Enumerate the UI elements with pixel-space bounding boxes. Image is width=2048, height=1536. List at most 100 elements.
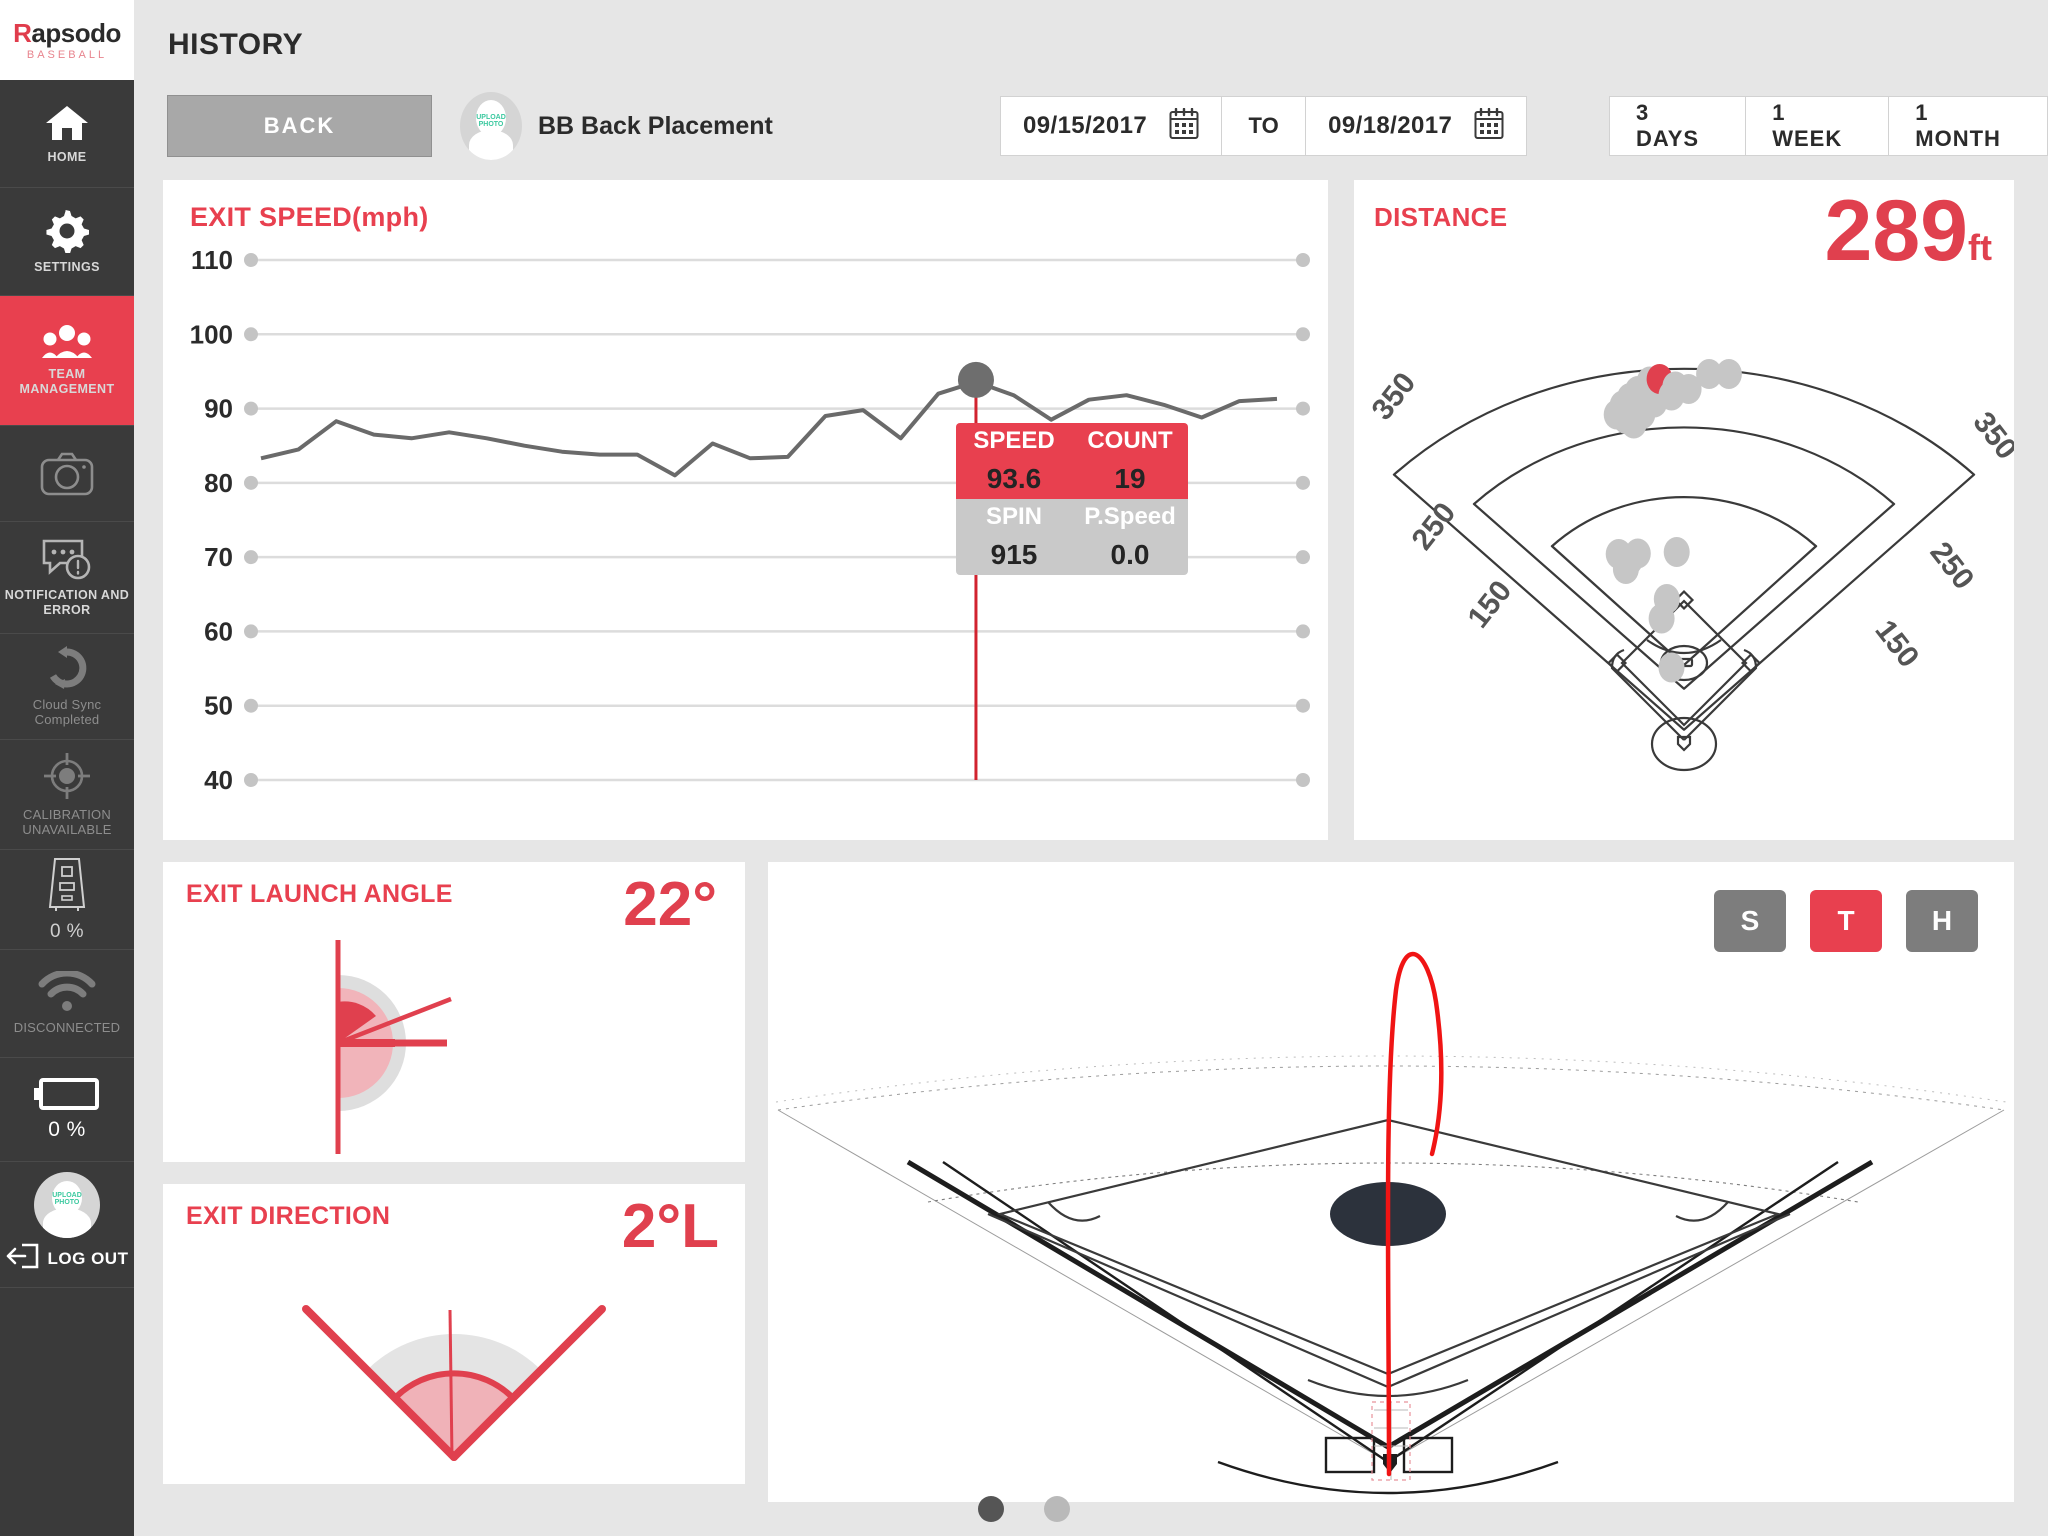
people-icon <box>41 324 93 360</box>
date-to-value: 09/18/2017 <box>1328 112 1453 139</box>
svg-text:110: 110 <box>191 245 233 275</box>
spray-point <box>1715 359 1742 389</box>
svg-text:100: 100 <box>190 319 233 349</box>
player-avatar[interactable]: UPLOAD PHOTO <box>460 92 522 160</box>
svg-text:80: 80 <box>204 468 233 498</box>
exit-speed-tooltip: SPEED COUNT 93.6 19 SPIN P.Speed 915 0.0 <box>956 423 1188 575</box>
sidebar-item-device-charge[interactable]: 0 % <box>0 850 134 950</box>
sidebar-item-home[interactable]: HOME <box>0 80 134 188</box>
date-from-value: 09/15/2017 <box>1023 112 1148 139</box>
spray-point <box>1658 652 1685 683</box>
logout-button[interactable]: LOG OUT <box>6 1242 129 1275</box>
trajectory-3d-view[interactable] <box>768 862 2014 1502</box>
distance-card: DISTANCE 289ft 350 250 150 150 250 350 <box>1354 180 2014 840</box>
page-dot-2[interactable] <box>1044 1496 1070 1522</box>
tooltip-speed-value: 93.6 <box>986 463 1042 494</box>
distance-unit: ft <box>1968 227 1992 268</box>
sidebar-item-label: HOME <box>47 149 87 164</box>
brand-subtitle: BASEBALL <box>26 48 108 61</box>
svg-text:40: 40 <box>204 765 233 795</box>
exit-direction-card: EXIT DIRECTION 2°L <box>163 1184 745 1484</box>
page-title: HISTORY <box>168 28 304 61</box>
trajectory-button-t[interactable]: T <box>1810 890 1882 952</box>
app-root: Rapsodo BASEBALL HOME SETTINGS TEAM MANA… <box>0 0 2048 1536</box>
sidebar-item-team-management[interactable]: TEAM MANAGEMENT <box>0 296 134 426</box>
svg-text:50: 50 <box>204 691 233 721</box>
spray-point <box>1663 537 1690 567</box>
date-range-group: 09/15/2017 TO 09/18/2017 <box>1000 96 1528 156</box>
tooltip-speed-label: SPEED <box>973 427 1055 454</box>
sidebar-item-notification-error[interactable]: NOTIFICATION AND ERROR <box>0 522 134 634</box>
sidebar-item-cloud-sync[interactable]: Cloud Sync Completed <box>0 634 134 740</box>
range-label: 3 DAYS <box>1636 100 1700 151</box>
calendar-icon[interactable] <box>1169 107 1199 145</box>
distance-title: DISTANCE <box>1374 202 1508 232</box>
launch-angle-gauge <box>335 940 452 1154</box>
brand-initial: R <box>13 17 32 48</box>
player-avatar-upload-line1: UPLOAD <box>476 114 506 121</box>
range-3-days[interactable]: 3 DAYS <box>1610 97 1747 155</box>
sidebar-item-label: 0 % <box>50 920 84 942</box>
range-1-month[interactable]: 1 MONTH <box>1889 97 2047 155</box>
calendar-icon[interactable] <box>1474 107 1504 145</box>
trajectory-button-label: S <box>1740 905 1760 936</box>
brand-logo: Rapsodo BASEBALL <box>0 0 134 80</box>
player-name: BB Back Placement <box>538 111 773 140</box>
avatar[interactable]: UPLOAD PHOTO <box>34 1172 100 1238</box>
distance-ring-label: 350 <box>1966 406 2014 466</box>
tooltip-pspeed-value: 0.0 <box>1110 539 1150 570</box>
tooltip-spin-label: SPIN <box>985 503 1042 530</box>
trajectory-button-s[interactable]: S <box>1714 890 1786 952</box>
launch-angle-value: 22° <box>623 870 717 939</box>
quick-range-group: 3 DAYS 1 WEEK 1 MONTH <box>1609 96 2048 156</box>
sidebar-item-label: TEAM MANAGEMENT <box>19 367 115 396</box>
sidebar: Rapsodo BASEBALL HOME SETTINGS TEAM MANA… <box>0 0 134 1536</box>
sidebar-item-settings[interactable]: SETTINGS <box>0 188 134 296</box>
page-indicator <box>0 1496 2048 1522</box>
date-to-field[interactable]: 09/18/2017 <box>1306 97 1527 155</box>
exit-direction-value: 2°L <box>621 1192 719 1261</box>
player-chip[interactable]: UPLOAD PHOTO BB Back Placement <box>460 92 773 160</box>
date-to-separator: TO <box>1222 97 1307 155</box>
exit-direction-title: EXIT DIRECTION <box>186 1202 391 1230</box>
page-dot-1[interactable] <box>978 1496 1004 1522</box>
logout-icon <box>6 1242 40 1275</box>
svg-text:90: 90 <box>204 394 233 424</box>
svg-text:60: 60 <box>204 616 233 646</box>
trajectory-button-label: T <box>1837 905 1855 936</box>
logout-label: LOG OUT <box>47 1248 129 1268</box>
range-1-week[interactable]: 1 WEEK <box>1746 97 1890 155</box>
brand-name: Rapsodo <box>13 20 121 46</box>
gear-icon <box>45 209 90 254</box>
tooltip-count-label: COUNT <box>1087 427 1173 454</box>
avatar-upload-line1: UPLOAD <box>52 1192 82 1199</box>
avatar-upload-line2: PHOTO <box>54 1199 80 1207</box>
spray-chart[interactable]: 350 250 150 150 250 350 <box>1354 300 2014 800</box>
sidebar-item-wifi[interactable]: DISCONNECTED <box>0 950 134 1058</box>
tooltip-count-value: 19 <box>1114 463 1146 494</box>
trajectory-card: S T H <box>768 862 2014 1502</box>
distance-ring-label: 250 <box>1406 497 1463 557</box>
brand-rest: apsodo <box>31 17 121 48</box>
tooltip-pspeed-label: P.Speed <box>1084 503 1176 530</box>
launch-angle-card: EXIT LAUNCH ANGLE 22° <box>163 862 745 1162</box>
distance-value: 289ft <box>1825 188 1992 274</box>
range-label: 1 WEEK <box>1772 100 1843 151</box>
back-button[interactable]: BACK <box>167 95 432 157</box>
svg-text:70: 70 <box>204 542 233 572</box>
sidebar-item-label: 0 % <box>48 1117 86 1141</box>
sidebar-item-label: Cloud Sync Completed <box>32 696 102 727</box>
sidebar-logout-zone[interactable]: UPLOAD PHOTO LOG OUT <box>0 1162 134 1288</box>
trajectory-button-h[interactable]: H <box>1906 890 1978 952</box>
date-from-field[interactable]: 09/15/2017 <box>1001 97 1223 155</box>
sidebar-item-battery[interactable]: 0 % <box>0 1058 134 1162</box>
sidebar-item-camera[interactable] <box>0 426 134 522</box>
sidebar-item-calibration[interactable]: CALIBRATION UNAVAILABLE <box>0 740 134 850</box>
sidebar-item-label: CALIBRATION UNAVAILABLE <box>22 806 112 837</box>
battery-icon <box>34 1077 100 1111</box>
player-avatar-upload-line2: PHOTO <box>478 121 504 129</box>
camera-icon <box>39 451 95 497</box>
tooltip-spin-value: 915 <box>990 539 1038 570</box>
range-label: 1 MONTH <box>1915 100 2001 151</box>
distance-ring-label: 150 <box>1462 575 1519 635</box>
